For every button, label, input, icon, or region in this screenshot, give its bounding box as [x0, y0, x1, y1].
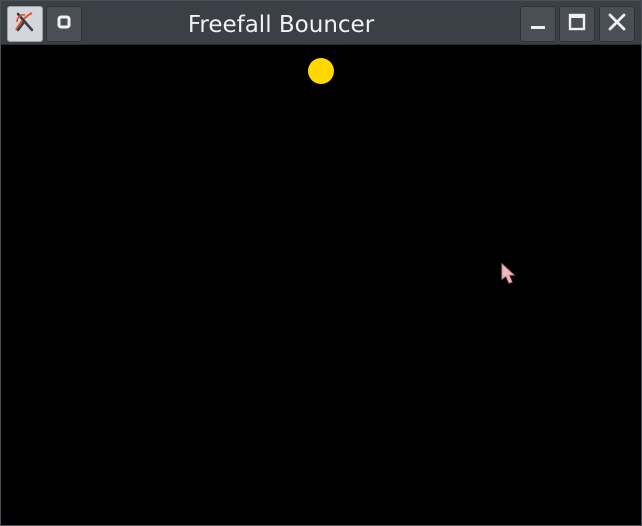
- maximize-button[interactable]: [559, 6, 595, 42]
- minimize-icon: [528, 12, 548, 36]
- title-bar[interactable]: Freefall Bouncer: [1, 1, 641, 45]
- app-window: Freefall Bouncer: [0, 0, 642, 526]
- app-menu-icon: [12, 9, 38, 39]
- close-button[interactable]: [599, 6, 635, 42]
- app-menu-button[interactable]: [7, 6, 43, 42]
- mouse-cursor-icon: [501, 262, 516, 284]
- pin-icon: [55, 13, 73, 35]
- close-icon: [607, 12, 627, 36]
- bouncing-ball: [308, 58, 334, 84]
- pin-button[interactable]: [46, 6, 82, 42]
- minimize-button[interactable]: [520, 6, 556, 42]
- window-title: Freefall Bouncer: [187, 12, 375, 38]
- maximize-icon: [567, 12, 587, 36]
- game-canvas[interactable]: [1, 45, 641, 525]
